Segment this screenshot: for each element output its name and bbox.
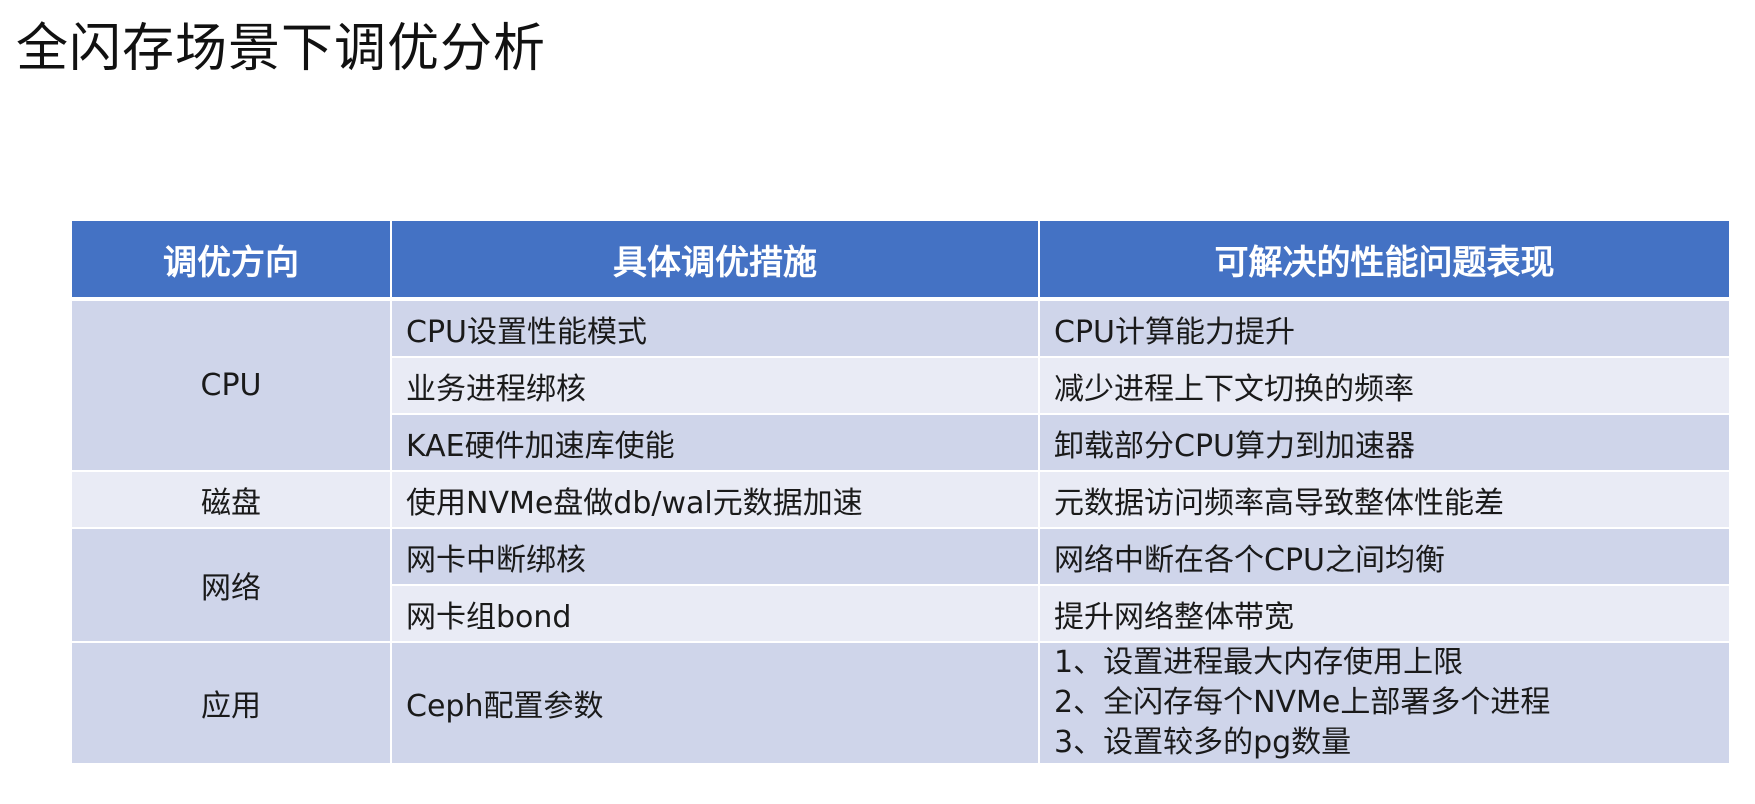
measure-cell: 业务进程绑核 [390,356,1040,415]
header-measure: 具体调优措施 [390,219,1040,301]
table-row: 应用 Ceph配置参数 1、设置进程最大内存使用上限 2、全闪存每个NVMe上部… [70,641,1731,765]
header-effect: 可解决的性能问题表现 [1038,219,1731,301]
effect-line: 3、设置较多的pg数量 [1054,725,1352,760]
category-disk: 磁盘 [70,470,392,529]
category-cpu: CPU [70,298,392,472]
header-direction: 调优方向 [70,219,392,301]
measure-cell: 使用NVMe盘做db/wal元数据加速 [390,470,1040,529]
effect-cell: 1、设置进程最大内存使用上限 2、全闪存每个NVMe上部署多个进程 3、设置较多… [1038,641,1731,765]
effect-cell: 提升网络整体带宽 [1038,584,1731,643]
page-title: 全闪存场景下调优分析 [16,19,547,79]
table-header-row: 调优方向 具体调优措施 可解决的性能问题表现 [70,219,1731,301]
effect-line: 1、设置进程最大内存使用上限 [1054,645,1464,680]
effect-cell: CPU计算能力提升 [1038,298,1731,358]
tuning-table: 调优方向 具体调优措施 可解决的性能问题表现 CPU CPU设置性能模式 CPU… [70,219,1731,765]
measure-cell: CPU设置性能模式 [390,298,1040,358]
table-row: 磁盘 使用NVMe盘做db/wal元数据加速 元数据访问频率高导致整体性能差 [70,470,1731,529]
measure-cell: 网卡中断绑核 [390,527,1040,586]
effect-cell: 减少进程上下文切换的频率 [1038,356,1731,415]
effect-cell: 卸载部分CPU算力到加速器 [1038,413,1731,472]
effect-cell: 网络中断在各个CPU之间均衡 [1038,527,1731,586]
effect-cell: 元数据访问频率高导致整体性能差 [1038,470,1731,529]
table-row: 网络 网卡中断绑核 网络中断在各个CPU之间均衡 [70,527,1731,643]
category-network: 网络 [70,527,392,643]
measure-cell: 网卡组bond [390,584,1040,643]
measure-cell: Ceph配置参数 [390,641,1040,765]
measure-cell: KAE硬件加速库使能 [390,413,1040,472]
table-row: CPU CPU设置性能模式 CPU计算能力提升 [70,298,1731,472]
effect-line: 2、全闪存每个NVMe上部署多个进程 [1054,685,1551,720]
category-application: 应用 [70,641,392,765]
